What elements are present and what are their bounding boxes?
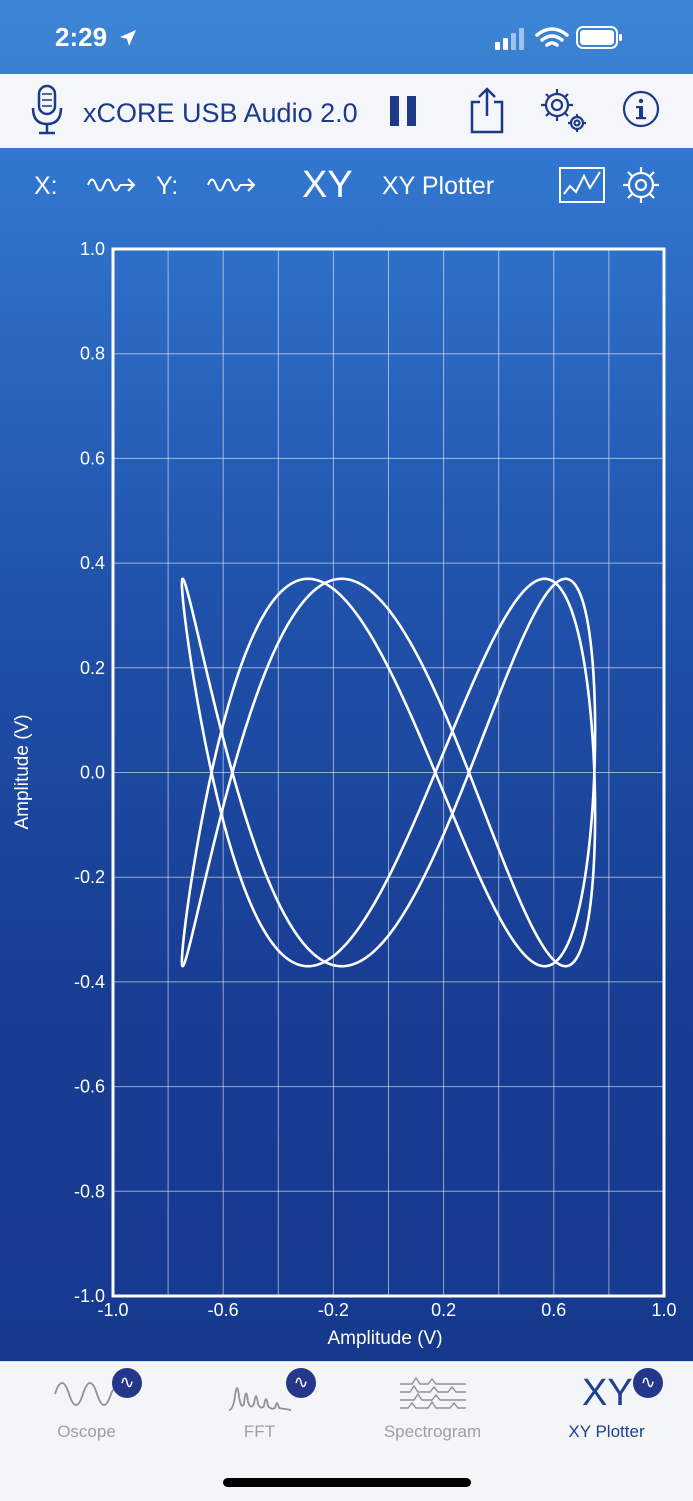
x-tick-label: -0.6 [208,1300,239,1320]
xy-plotter-badge: ∿ [633,1368,663,1398]
cellular-signal-icon [495,28,524,50]
tab-fft-label: FFT [243,1422,276,1441]
status-icons [495,26,622,50]
share-icon[interactable] [468,86,506,134]
device-name[interactable]: xCORE USB Audio 2.0 [83,98,358,129]
y-tick-label: -0.6 [74,1077,105,1097]
y-tick-labels: 1.00.80.60.40.20.0-0.2-0.4-0.6-0.8-1.0 [74,239,105,1306]
tab-oscope-label: Oscope [57,1422,116,1441]
wifi-icon [535,27,569,47]
y-tick-label: 0.6 [80,448,105,468]
fft-spectrum-icon [228,1387,292,1411]
x-axis-label: Amplitude (V) [327,1328,442,1349]
xy-plotter-icon: XY [582,1372,633,1414]
x-tick-label: -0.2 [318,1300,349,1320]
battery-icon [576,26,622,49]
info-icon[interactable] [622,90,660,128]
x-tick-label: 1.0 [651,1300,676,1320]
toolbar: xCORE USB Audio 2.0 [0,74,693,149]
y-tick-label: 0.0 [80,763,105,783]
tab-fft[interactable]: ∿ FFT [173,1362,346,1462]
x-tick-label: 0.6 [541,1300,566,1320]
microphone-icon[interactable] [30,84,64,136]
spectrogram-icon [400,1376,466,1409]
status-bar: 2:29 [0,0,693,74]
tab-xy-plotter[interactable]: XY ∿ XY Plotter [520,1362,693,1462]
y-tick-label: -0.2 [74,867,105,887]
device-settings-icon[interactable] [538,86,590,136]
y-tick-label: -0.4 [74,972,105,992]
fft-badge: ∿ [286,1368,316,1398]
home-indicator [223,1478,471,1487]
tab-xy-plotter-label: XY Plotter [568,1422,645,1441]
oscope-badge: ∿ [112,1368,142,1398]
x-tick-labels: -1.0 -0.6 -0.2 0.2 0.6 1.0 [97,1300,676,1320]
location-arrow-icon [120,30,136,46]
tab-spectrogram-label: Spectrogram [383,1422,482,1441]
status-time: 2:29 [55,22,108,52]
xy-plot[interactable]: 1.0 0.8 0.6 0.4 0.2 0.0 -0.2 -0.4 -0.6 -0.8 -1.0 -… [0,148,693,1361]
x-tick-label: 0.2 [431,1300,456,1320]
y-axis-label: Amplitude (V) [12,714,33,829]
tab-oscope[interactable]: ∿ Oscope [0,1362,173,1462]
y-tick-label: 1.0 [80,239,105,259]
oscope-wave-icon [54,1382,118,1406]
y-tick-label: 0.2 [80,658,105,678]
y-tick-label: 0.4 [80,553,105,573]
pause-icon[interactable] [388,94,418,128]
plot-grid [113,249,664,1296]
main-area: X: Y: XY XY Plotter 1.0 0.8 0.6 0.4 0.2 0.0 -0… [0,148,693,1361]
y-tick-label: -0.8 [74,1181,105,1201]
tab-spectrogram[interactable]: Spectrogram [346,1362,519,1462]
y-tick-label: 0.8 [80,344,105,364]
x-tick-label: -1.0 [97,1300,128,1320]
